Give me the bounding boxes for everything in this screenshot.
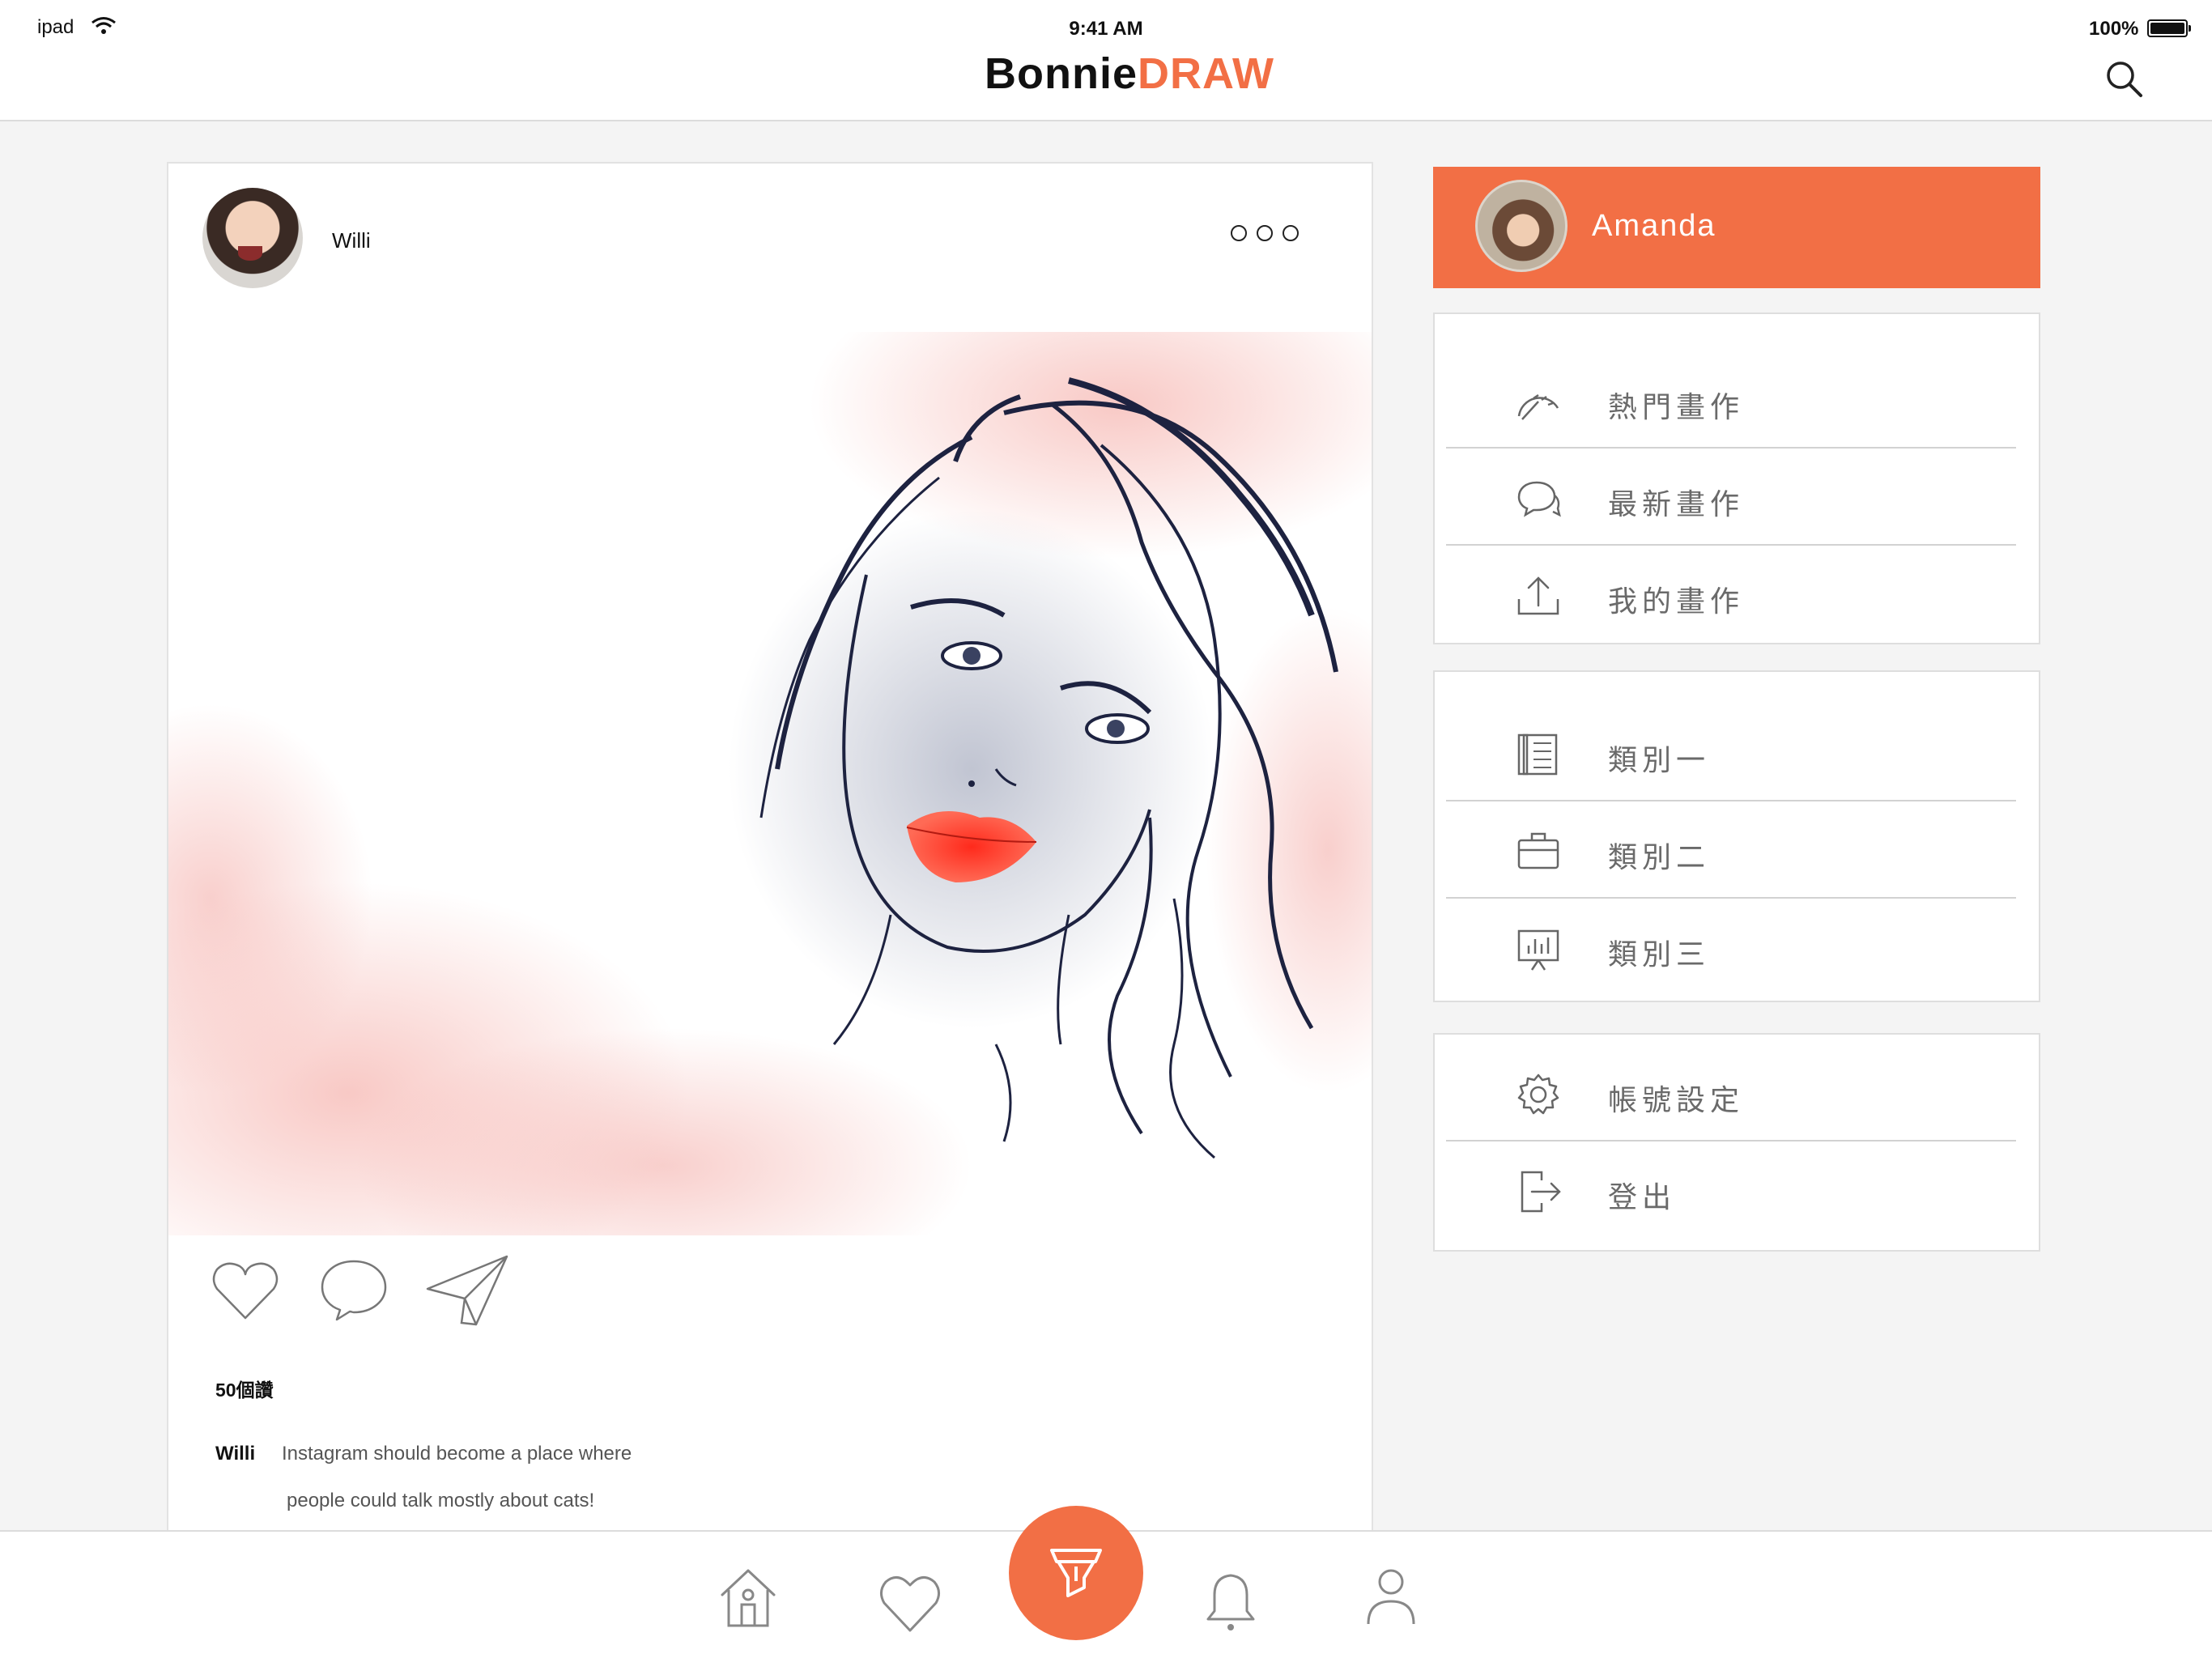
likes-count[interactable]: 50個讚 <box>215 1375 274 1402</box>
caption-text: people could talk mostly about cats! <box>287 1490 595 1511</box>
menu-label: 類別三 <box>1608 938 1711 971</box>
search-icon[interactable] <box>2104 58 2144 99</box>
heart-icon[interactable] <box>209 1258 282 1323</box>
more-dot-icon <box>1257 225 1273 241</box>
menu-label: 類別一 <box>1608 744 1711 777</box>
menu-item-logout[interactable]: 登出 <box>1446 1141 2016 1239</box>
chat-bubbles-icon <box>1517 481 1561 517</box>
presentation-board-icon <box>1517 929 1559 971</box>
menu-label: 熱門畫作 <box>1608 391 1745 424</box>
menu-item-category-3[interactable]: 類別三 <box>1446 899 2016 996</box>
post-artwork-image[interactable] <box>168 332 1372 1235</box>
menu-item-latest[interactable]: 最新畫作 <box>1446 449 2016 546</box>
menu-label: 類別二 <box>1608 841 1711 874</box>
menu-item-category-2[interactable]: 類別二 <box>1446 801 2016 899</box>
upload-icon <box>1517 576 1559 615</box>
menu-item-my-works[interactable]: 我的畫作 <box>1446 546 2016 643</box>
top-navigation-bar: ipad 9:41 AM 100% BonnieDRAW <box>0 0 2212 121</box>
menu-group-account: 帳號設定 登出 <box>1433 1033 2040 1252</box>
draw-button[interactable] <box>1009 1506 1143 1640</box>
menu-item-account-settings[interactable]: 帳號設定 <box>1446 1044 2016 1141</box>
menu-item-popular[interactable]: 熱門畫作 <box>1446 351 2016 449</box>
brand-name-part2: DRAW <box>1138 49 1274 98</box>
trending-gauge-icon <box>1517 393 1559 420</box>
profile-name: Amanda <box>1592 209 1716 243</box>
menu-group-categories: 類別一 類別二 類別三 <box>1433 670 2040 1002</box>
user-icon[interactable] <box>1357 1562 1425 1630</box>
status-time: 9:41 AM <box>1069 18 1143 40</box>
menu-label: 登出 <box>1608 1181 1677 1214</box>
app-logo: BonnieDRAW <box>0 49 2212 99</box>
menu-label: 帳號設定 <box>1608 1084 1745 1117</box>
author-avatar[interactable] <box>202 188 303 288</box>
battery-icon <box>2147 19 2191 37</box>
more-options-button[interactable] <box>1231 225 1305 248</box>
share-paper-plane-icon[interactable] <box>423 1253 512 1328</box>
status-battery-percent: 100% <box>2089 18 2139 40</box>
profile-header[interactable]: Amanda <box>1433 167 2040 288</box>
draw-brush-icon <box>1050 1549 1102 1597</box>
brand-name-part1: Bonnie <box>985 49 1138 98</box>
caption-username[interactable]: Willi <box>215 1443 255 1465</box>
more-dot-icon <box>1283 225 1299 241</box>
author-name[interactable]: Willi <box>332 228 371 253</box>
post-card: Willi 50個讚 Willi Instagram should become… <box>167 162 1373 1538</box>
notebook-icon <box>1517 733 1558 776</box>
bell-icon[interactable] <box>1197 1566 1265 1634</box>
heart-icon[interactable] <box>876 1569 944 1637</box>
profile-avatar[interactable] <box>1475 180 1568 272</box>
menu-group-gallery: 熱門畫作 最新畫作 我的畫作 <box>1433 312 2040 644</box>
briefcase-icon <box>1517 832 1559 869</box>
home-icon[interactable] <box>714 1564 782 1632</box>
comment-icon[interactable] <box>317 1255 390 1323</box>
gear-icon <box>1517 1073 1559 1115</box>
menu-item-category-1[interactable]: 類別一 <box>1446 704 2016 801</box>
menu-label: 我的畫作 <box>1608 585 1745 619</box>
logout-icon <box>1521 1171 1561 1213</box>
more-dot-icon <box>1231 225 1247 241</box>
menu-label: 最新畫作 <box>1608 488 1745 521</box>
caption-text: Instagram should become a place where <box>282 1443 632 1465</box>
